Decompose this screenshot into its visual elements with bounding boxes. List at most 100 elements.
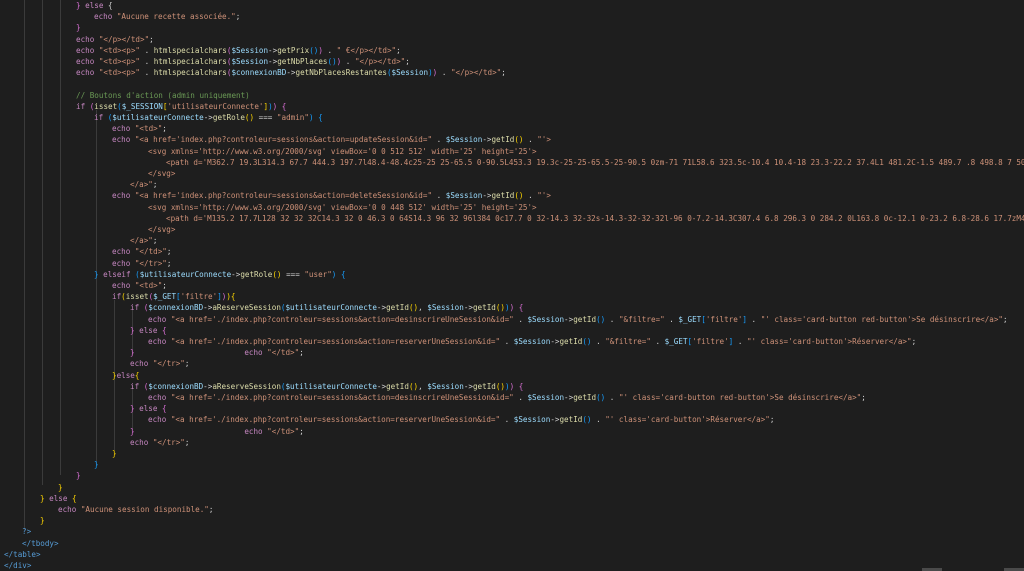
code-token: ; (208, 505, 214, 514)
code-token: ; (235, 12, 241, 22)
code-token: -> (564, 393, 574, 402)
code-token: $utilisateurConnecte (285, 381, 377, 391)
code-line[interactable]: </table> (4, 549, 41, 560)
code-token: <path d='M362.7 19.3L314.3 67.7 444.3 19… (166, 157, 1024, 167)
code-token: "'> (537, 191, 551, 201)
code-editor[interactable]: } else {echo "Aucune recette associée.";… (0, 0, 1024, 571)
code-line[interactable]: echo "</td>"; (112, 246, 171, 257)
code-token: () (596, 314, 606, 324)
code-line[interactable]: } else { (130, 403, 167, 414)
code-token: $Session (445, 135, 483, 145)
code-token: . (523, 135, 538, 145)
code-line[interactable]: <path d='M135.2 17.7L128 32 32 32C14.3 3… (166, 213, 1024, 224)
code-token: () (582, 415, 592, 425)
code-line[interactable]: } else { (130, 325, 167, 336)
code-token: ; (769, 415, 775, 425)
code-line[interactable]: } (76, 470, 81, 481)
code-token: } (40, 516, 45, 526)
code-line[interactable]: } elseif ($utilisateurConnecte->getRole(… (94, 269, 346, 280)
code-line[interactable]: echo "<td><p>" . htmlspecialchars($Sessi… (76, 56, 410, 67)
code-line[interactable]: }else{ (112, 370, 139, 381)
code-line[interactable]: if ($utilisateurConnecte->getRole() === … (94, 112, 323, 123)
code-line[interactable]: echo "</tr>"; (130, 358, 189, 369)
code-line[interactable]: </tbody> (22, 538, 59, 549)
code-token: isset (125, 292, 149, 302)
code-token: " €</p></td>" (336, 45, 397, 55)
code-line[interactable]: </a>"; (130, 235, 157, 246)
code-token: echo (148, 393, 171, 402)
code-token: $Session (231, 57, 269, 66)
code-line[interactable]: echo "</p></td>"; (76, 34, 154, 45)
code-line[interactable]: echo "<a href='index.php?controleur=sess… (112, 190, 551, 201)
code-line[interactable]: // Boutons d'action (admin uniquement) (76, 90, 250, 101)
code-line[interactable]: } echo "</td>"; (130, 347, 304, 358)
code-line[interactable]: } else { (40, 493, 77, 504)
code-line[interactable]: echo "Aucune session disponible."; (58, 504, 213, 515)
code-line[interactable]: </div> (4, 560, 31, 571)
code-line[interactable]: echo "<a href='./index.php?controleur=se… (148, 336, 916, 347)
code-token: elseif (98, 269, 136, 279)
code-line[interactable]: echo "<a href='./index.php?controleur=se… (148, 392, 866, 403)
code-token: $utilisateurConnecte (139, 269, 232, 279)
code-token: $Session (231, 45, 269, 55)
code-token: echo (76, 57, 99, 66)
code-token: echo (112, 135, 135, 145)
code-token: . (341, 57, 355, 66)
code-token: echo (58, 505, 81, 514)
code-token: { (162, 404, 167, 414)
code-token: $Session (527, 393, 565, 402)
code-token: $Session (527, 314, 565, 324)
code-token: </div> (4, 561, 32, 570)
code-line[interactable]: } (94, 459, 99, 470)
code-line[interactable]: </svg> (148, 168, 175, 179)
code-line[interactable]: } (76, 22, 81, 33)
code-token: { (518, 381, 524, 391)
code-line[interactable]: ?> (22, 526, 31, 537)
code-token: -> (203, 113, 213, 122)
code-line[interactable]: echo "<td><p>" . htmlspecialchars($Sessi… (76, 45, 401, 56)
code-line[interactable]: echo "<td>"; (112, 123, 167, 134)
code-token: . (664, 314, 679, 324)
code-token: "' class='card-button red-button'>Se dés… (760, 314, 1003, 324)
code-token: -> (463, 381, 473, 391)
code-token: . (140, 68, 154, 78)
code-line[interactable]: echo "<td><p>" . htmlspecialchars($conne… (76, 67, 506, 78)
code-token: () (495, 303, 505, 313)
code-token: echo (148, 314, 171, 324)
code-token: ; (299, 426, 304, 436)
code-token: <svg xmlns='http://www.w3.org/2000/svg' … (148, 202, 537, 212)
code-line[interactable]: </svg> (148, 224, 175, 235)
code-token: () (582, 337, 592, 346)
code-token: ; (184, 359, 190, 369)
code-line[interactable]: if(isset($_GET['filtre'])){ (112, 291, 236, 302)
code-line[interactable]: if ($connexionBD->aReserveSession($utili… (130, 302, 523, 313)
code-line[interactable]: if ($connexionBD->aReserveSession($utili… (130, 381, 523, 392)
code-line[interactable]: echo "<a href='./index.php?controleur=se… (148, 414, 774, 425)
code-line[interactable]: } (40, 515, 45, 526)
code-line[interactable]: echo "<td>"; (112, 280, 167, 291)
code-line[interactable]: echo "</tr>"; (112, 258, 171, 269)
code-token: $connexionBD (148, 381, 204, 391)
code-line[interactable]: if (isset($_SESSION['utilisateurConnecte… (76, 101, 286, 112)
code-token: isset (94, 101, 118, 111)
code-line[interactable]: echo "Aucune recette associée."; (94, 11, 240, 22)
code-token: () (514, 135, 524, 145)
code-token: . (733, 337, 747, 346)
code-token: echo (130, 359, 153, 369)
code-line[interactable]: <path d='M362.7 19.3L314.3 67.7 444.3 19… (166, 157, 1024, 168)
code-line[interactable]: echo "<a href='index.php?controleur=sess… (112, 134, 551, 145)
code-line[interactable]: } (112, 448, 117, 459)
code-line[interactable]: <svg xmlns='http://www.w3.org/2000/svg' … (148, 202, 537, 213)
code-token: $Session (427, 381, 464, 391)
code-line[interactable]: echo "<a href='./index.php?controleur=se… (148, 314, 1008, 325)
code-line[interactable]: </a>"; (130, 179, 157, 190)
code-token: { (518, 303, 524, 313)
code-line[interactable]: } (58, 482, 63, 493)
code-line[interactable]: } echo "</td>"; (130, 426, 304, 437)
code-token: echo (112, 124, 135, 134)
code-line[interactable]: <svg xmlns='http://www.w3.org/2000/svg' … (148, 146, 537, 157)
code-line[interactable]: } else { (76, 0, 113, 11)
code-token: "<td><p>" (98, 45, 141, 55)
code-line[interactable]: echo "</tr>"; (130, 437, 189, 448)
